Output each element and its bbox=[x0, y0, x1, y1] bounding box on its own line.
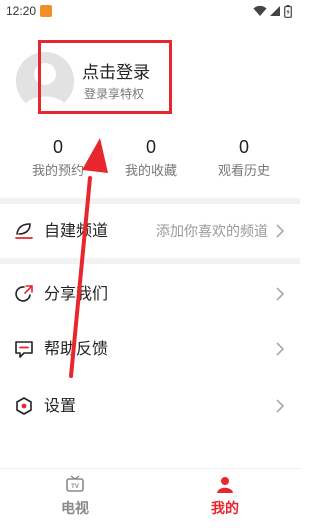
stat-value: 0 bbox=[238, 137, 249, 157]
stats-row: 0 我的预约 0 我的收藏 0 观看历史 bbox=[0, 136, 300, 192]
svg-text:TV: TV bbox=[71, 484, 79, 490]
channel-feather-icon bbox=[15, 223, 33, 239]
stat-value: 0 bbox=[145, 137, 156, 157]
menu-item-settings[interactable]: 设置 bbox=[0, 380, 300, 432]
settings-icon bbox=[16, 397, 32, 415]
chevron-right-icon bbox=[276, 399, 285, 413]
chevron-right-icon bbox=[276, 287, 285, 301]
share-icon bbox=[15, 285, 33, 302]
wifi-icon bbox=[253, 5, 267, 16]
menu-label: 自建频道 bbox=[44, 221, 109, 240]
menu-item-custom-channel[interactable]: 自建频道 添加你喜欢的频道 bbox=[0, 205, 300, 257]
stat-reservations[interactable]: 0 我的预约 bbox=[8, 136, 108, 180]
profile-header[interactable]: 点击登录 登录享特权 bbox=[0, 22, 300, 132]
nav-tab-mine[interactable]: 我的 bbox=[175, 475, 275, 517]
menu-label: 分享我们 bbox=[44, 284, 109, 303]
menu-item-help-feedback[interactable]: 帮助反馈 bbox=[0, 323, 300, 375]
section-divider bbox=[0, 258, 300, 264]
stat-value: 0 bbox=[52, 137, 63, 157]
chevron-right-icon bbox=[276, 342, 285, 356]
nav-label: 电视 bbox=[61, 501, 89, 517]
tv-icon: TV bbox=[66, 475, 84, 492]
chevron-right-icon bbox=[276, 224, 285, 238]
stat-history[interactable]: 0 观看历史 bbox=[194, 136, 294, 180]
feedback-icon bbox=[15, 341, 33, 358]
cellular-signal-icon bbox=[270, 6, 280, 16]
user-icon bbox=[217, 477, 233, 493]
bottom-nav: TV 电视 我的 bbox=[0, 468, 300, 528]
menu-label: 帮助反馈 bbox=[44, 339, 109, 358]
status-time: 12:20 bbox=[6, 4, 37, 18]
menu-item-share[interactable]: 分享我们 bbox=[0, 268, 300, 320]
nav-label: 我的 bbox=[211, 501, 239, 517]
stat-favorites[interactable]: 0 我的收藏 bbox=[101, 136, 201, 180]
stat-label: 我的预约 bbox=[31, 164, 84, 179]
nav-tab-tv[interactable]: TV 电视 bbox=[25, 475, 125, 517]
app-notification-icon bbox=[40, 5, 53, 17]
login-subtitle[interactable]: 登录享特权 bbox=[84, 85, 144, 102]
menu-hint: 添加你喜欢的频道 bbox=[156, 224, 268, 240]
stat-label: 观看历史 bbox=[217, 164, 270, 179]
status-icons bbox=[253, 4, 292, 18]
stat-label: 我的收藏 bbox=[124, 164, 177, 179]
section-divider bbox=[0, 198, 300, 204]
battery-icon bbox=[284, 4, 292, 18]
menu-label: 设置 bbox=[44, 396, 77, 415]
status-bar: 12:20 bbox=[0, 0, 300, 22]
login-title[interactable]: 点击登录 bbox=[82, 58, 150, 83]
